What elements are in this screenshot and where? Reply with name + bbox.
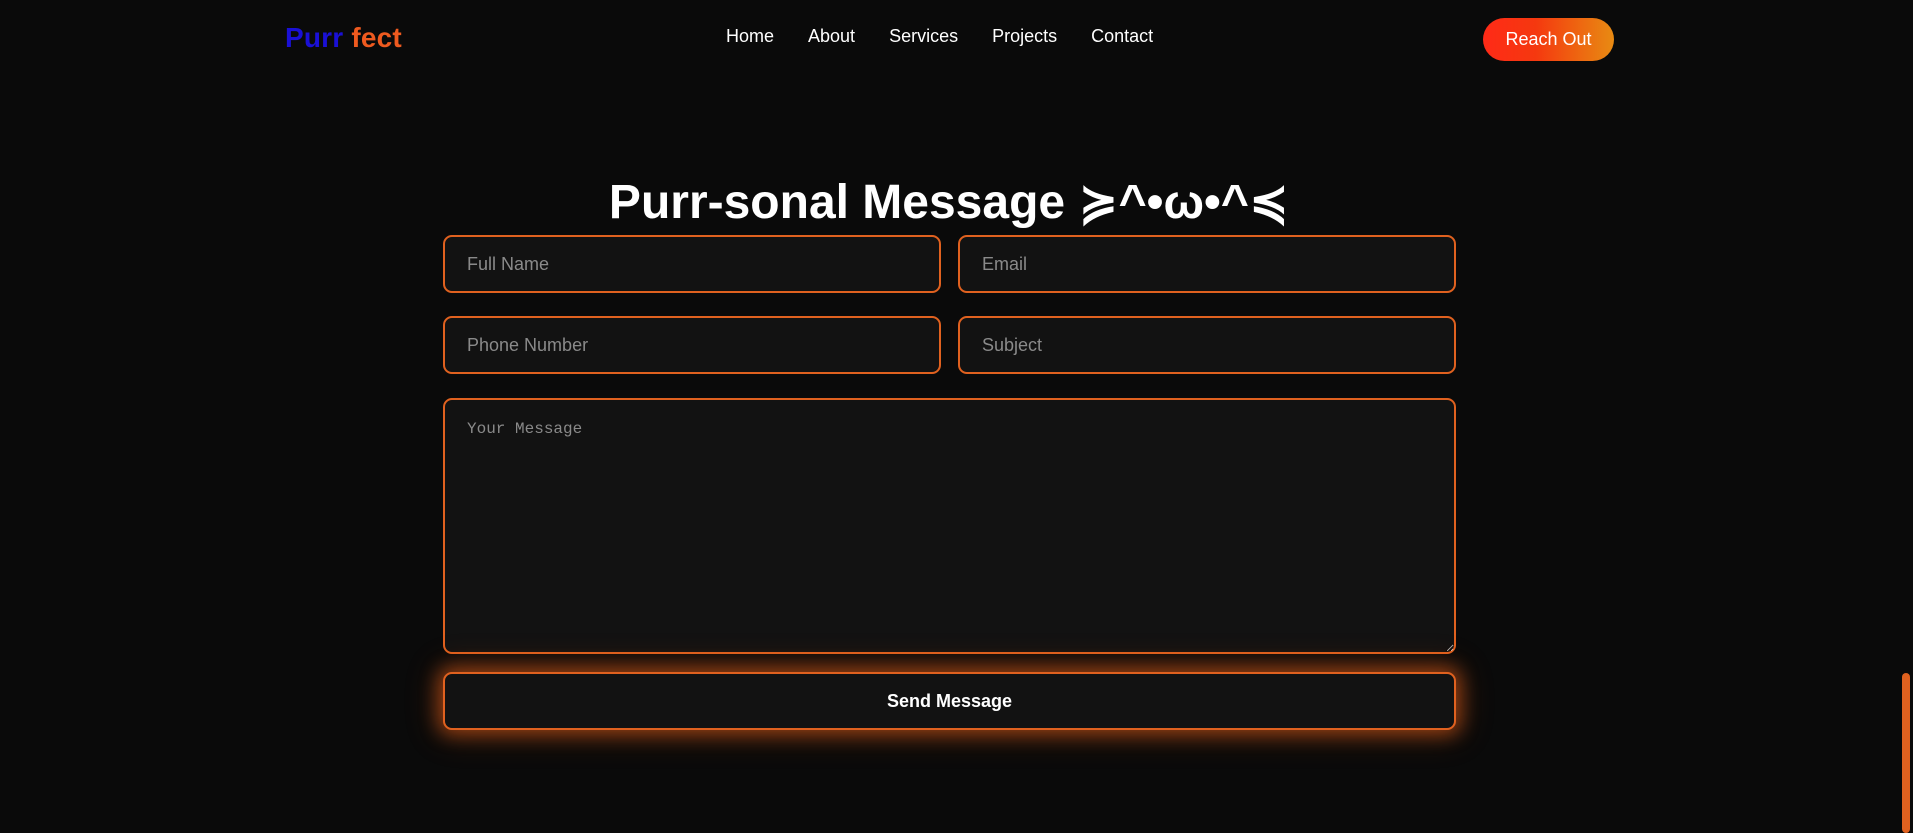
nav-link-home[interactable]: Home [726, 26, 774, 47]
logo-part-1: Purr [285, 22, 344, 53]
page-scrollbar[interactable] [1898, 0, 1913, 833]
nav-link-projects[interactable]: Projects [992, 26, 1057, 47]
scrollbar-thumb[interactable] [1902, 673, 1910, 833]
send-message-button[interactable]: Send Message [443, 672, 1456, 730]
full-name-input[interactable] [443, 235, 941, 293]
phone-number-input[interactable] [443, 316, 941, 374]
site-header: Purr fect Home About Services Projects C… [0, 0, 1913, 80]
email-input[interactable] [958, 235, 1456, 293]
main-nav: Home About Services Projects Contact [726, 26, 1153, 47]
nav-link-about[interactable]: About [808, 26, 855, 47]
nav-link-contact[interactable]: Contact [1091, 26, 1153, 47]
logo[interactable]: Purr fect [285, 22, 402, 54]
nav-link-services[interactable]: Services [889, 26, 958, 47]
page: Purr fect Home About Services Projects C… [0, 0, 1913, 833]
subject-input[interactable] [958, 316, 1456, 374]
message-textarea[interactable] [443, 398, 1456, 654]
logo-part-2: fect [351, 22, 402, 53]
reach-out-button[interactable]: Reach Out [1483, 18, 1614, 61]
contact-form-title: Purr-sonal Message ≽^•ω•^≼ [608, 176, 1290, 230]
